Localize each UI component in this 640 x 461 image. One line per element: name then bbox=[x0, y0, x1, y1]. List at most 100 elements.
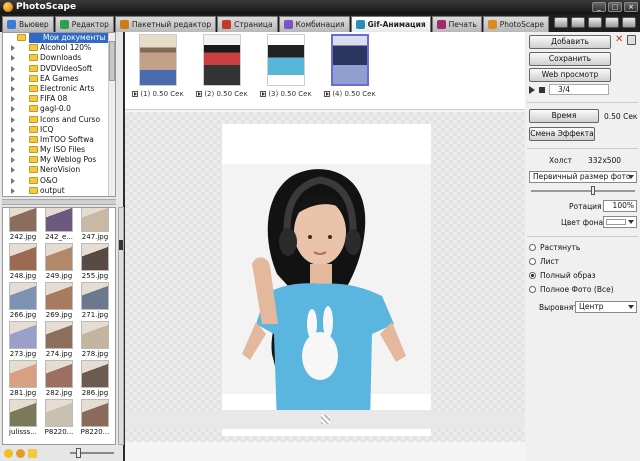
tree-item-folder[interactable]: FIFA 08 bbox=[3, 94, 115, 104]
tab-combine[interactable]: Комбинация bbox=[278, 16, 350, 32]
thumbnail-item[interactable]: 286.jpg bbox=[77, 360, 113, 400]
collapse-handle[interactable] bbox=[119, 240, 123, 250]
radio-icon[interactable] bbox=[529, 244, 536, 251]
slider-knob[interactable] bbox=[591, 186, 595, 195]
thumbnail-item[interactable]: P8220... bbox=[41, 399, 77, 439]
tab-print[interactable]: Печать bbox=[431, 16, 482, 32]
thumbnail-item[interactable]: 281.jpg bbox=[5, 360, 41, 400]
chevron-right-icon[interactable] bbox=[11, 45, 15, 52]
chevron-right-icon[interactable] bbox=[11, 85, 15, 92]
chevron-right-icon[interactable] bbox=[11, 147, 15, 154]
frame-item[interactable]: (3) 0.50 Сек bbox=[255, 34, 317, 108]
checker-background-icon[interactable] bbox=[321, 415, 330, 424]
frame-play-icon[interactable] bbox=[324, 91, 331, 97]
radio-icon[interactable] bbox=[529, 258, 536, 265]
thumbnail-item[interactable]: 249.jpg bbox=[41, 243, 77, 283]
window-icon[interactable] bbox=[605, 17, 619, 28]
tree-scroll-thumb[interactable] bbox=[109, 41, 115, 81]
tree-item-folder[interactable]: ImTOO Softwa bbox=[3, 135, 115, 145]
thumbnail-grid[interactable]: 242.jpg 242_e... 247.jpg 248.jpg 249.jpg 255.… bbox=[2, 207, 116, 445]
save-button[interactable]: Сохранить bbox=[529, 52, 611, 66]
tree-item-folder[interactable]: Sam's Private S bbox=[3, 196, 115, 197]
folder-tree[interactable]: Мои документы Alcohol 120% Downloads DVDVi… bbox=[2, 32, 116, 197]
thumbnail-item[interactable]: 278.jpg bbox=[77, 321, 113, 361]
radio-icon-selected[interactable] bbox=[529, 272, 536, 279]
chevron-right-icon[interactable] bbox=[11, 126, 15, 133]
tab-gif-animation[interactable]: Gif-Анимация bbox=[350, 16, 431, 32]
thumbnail-item[interactable]: julisss... bbox=[5, 399, 41, 439]
tree-item-folder[interactable]: My Weblog Pos bbox=[3, 155, 115, 165]
radio-full-image[interactable]: Полный образ bbox=[529, 271, 596, 280]
chevron-right-icon[interactable] bbox=[11, 106, 15, 113]
tree-item-folder[interactable]: O&O bbox=[3, 176, 115, 186]
frame-item-selected[interactable]: (4) 0.50 Сек bbox=[319, 34, 381, 108]
chevron-right-icon[interactable] bbox=[11, 187, 15, 194]
star-icon[interactable] bbox=[4, 448, 13, 458]
tree-scrollbar[interactable] bbox=[108, 33, 115, 196]
add-button[interactable]: Добавить bbox=[529, 35, 611, 49]
size-mode-select[interactable]: Первичный размер фото bbox=[529, 171, 637, 183]
exif-icon[interactable] bbox=[571, 17, 585, 28]
tree-item-folder[interactable]: Downloads bbox=[3, 53, 115, 63]
tree-item-folder[interactable]: output bbox=[3, 186, 115, 196]
tab-editor[interactable]: Редактор bbox=[54, 16, 114, 32]
help-icon[interactable] bbox=[622, 17, 636, 28]
tree-item-folder[interactable]: DVDVideoSoft bbox=[3, 64, 115, 74]
pane-splitter[interactable] bbox=[2, 199, 116, 205]
thumbnail-item[interactable]: 242_e... bbox=[41, 208, 77, 244]
trash-icon[interactable] bbox=[627, 35, 636, 45]
thumbnail-item[interactable]: 266.jpg bbox=[5, 282, 41, 322]
thumbnail-item[interactable]: 255.jpg bbox=[77, 243, 113, 283]
frame-play-icon[interactable] bbox=[196, 91, 203, 97]
thumbnail-scrollbar[interactable] bbox=[118, 207, 124, 445]
radio-stretch[interactable]: Растянуть bbox=[529, 243, 580, 252]
chevron-right-icon[interactable] bbox=[11, 136, 15, 143]
tab-page[interactable]: Страница bbox=[217, 16, 278, 32]
thumbnail-item[interactable]: P8220... bbox=[77, 399, 113, 439]
tree-item-folder[interactable]: NeroVision bbox=[3, 165, 115, 175]
slider-knob[interactable] bbox=[76, 448, 81, 458]
tree-item-root[interactable]: Мои документы bbox=[17, 33, 115, 44]
chevron-right-icon[interactable] bbox=[11, 167, 15, 174]
chevron-right-icon[interactable] bbox=[11, 55, 15, 62]
thumbnail-item[interactable]: 274.jpg bbox=[41, 321, 77, 361]
align-select[interactable]: Центр bbox=[575, 301, 637, 313]
thumbnail-item[interactable]: 271.jpg bbox=[77, 282, 113, 322]
folder-open-icon[interactable] bbox=[28, 448, 37, 458]
thumbnail-item[interactable]: 273.jpg bbox=[5, 321, 41, 361]
refresh-icon[interactable] bbox=[16, 448, 25, 458]
size-slider[interactable] bbox=[531, 186, 635, 195]
radio-icon[interactable] bbox=[529, 286, 536, 293]
rotation-field[interactable]: 100% bbox=[603, 200, 637, 212]
bg-color-picker[interactable] bbox=[603, 216, 637, 228]
animation-preview-area[interactable] bbox=[125, 112, 525, 442]
tree-item-folder[interactable]: EA Games bbox=[3, 74, 115, 84]
play-icon[interactable] bbox=[529, 85, 535, 94]
menu-icon[interactable] bbox=[554, 17, 568, 28]
change-effect-button[interactable]: Смена Эффекта bbox=[529, 127, 595, 141]
frame-play-icon[interactable] bbox=[260, 91, 267, 97]
frame-item[interactable]: (2) 0.50 Сек bbox=[191, 34, 253, 108]
chevron-right-icon[interactable] bbox=[11, 116, 15, 123]
tree-item-folder[interactable]: ICQ bbox=[3, 125, 115, 135]
thumbnail-item[interactable]: 269.jpg bbox=[41, 282, 77, 322]
tab-photoscape[interactable]: PhotoScape bbox=[482, 16, 549, 32]
tab-batch-editor[interactable]: Пакетный редактор bbox=[114, 16, 217, 32]
chevron-right-icon[interactable] bbox=[11, 75, 15, 82]
web-preview-button[interactable]: Web просмотр bbox=[529, 68, 611, 82]
tree-item-folder[interactable]: Icons and Curso bbox=[3, 115, 115, 125]
thumbnail-item[interactable]: 248.jpg bbox=[5, 243, 41, 283]
maximize-button[interactable]: □ bbox=[608, 2, 622, 12]
tree-item-folder[interactable]: gagl-0.0 bbox=[3, 104, 115, 114]
minimize-button[interactable]: _ bbox=[592, 2, 606, 12]
remove-frame-icon[interactable]: ✕ bbox=[615, 35, 625, 45]
chevron-right-icon[interactable] bbox=[11, 65, 15, 72]
chevron-right-icon[interactable] bbox=[11, 177, 15, 184]
tab-viewer[interactable]: Вьювер bbox=[2, 16, 54, 32]
stop-icon[interactable] bbox=[539, 86, 545, 93]
config-icon[interactable] bbox=[588, 17, 602, 28]
radio-sheet[interactable]: Лист bbox=[529, 257, 559, 266]
tree-item-folder[interactable]: Electronic Arts bbox=[3, 84, 115, 94]
radio-full-photo-all[interactable]: Полное Фото (Все) bbox=[529, 285, 614, 294]
thumbnail-item[interactable]: 247.jpg bbox=[77, 208, 113, 244]
